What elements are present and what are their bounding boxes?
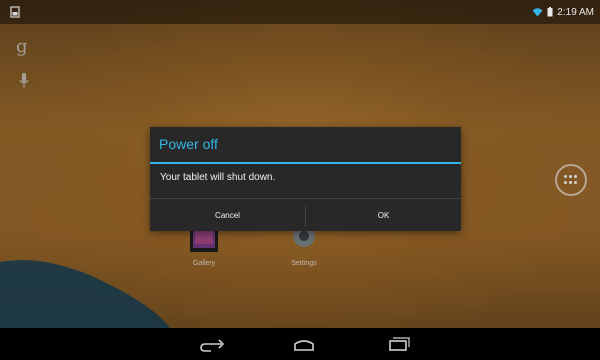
recent-apps-icon[interactable]	[384, 334, 414, 354]
dialog-title-divider	[150, 162, 461, 164]
power-off-dialog: Power off Your tablet will shut down. Ca…	[150, 127, 461, 231]
back-icon[interactable]	[197, 334, 227, 354]
wifi-icon	[532, 8, 543, 17]
navigation-bar	[0, 328, 600, 360]
home-icon[interactable]	[289, 334, 319, 354]
dialog-title: Power off	[159, 136, 218, 152]
ok-button[interactable]: OK	[306, 199, 461, 231]
cancel-button[interactable]: Cancel	[150, 199, 305, 231]
status-bar: 2:19 AM	[0, 0, 600, 24]
battery-icon	[547, 7, 553, 17]
dialog-message: Your tablet will shut down.	[160, 172, 276, 183]
notification-icon	[10, 6, 20, 18]
status-time: 2:19 AM	[557, 6, 594, 18]
